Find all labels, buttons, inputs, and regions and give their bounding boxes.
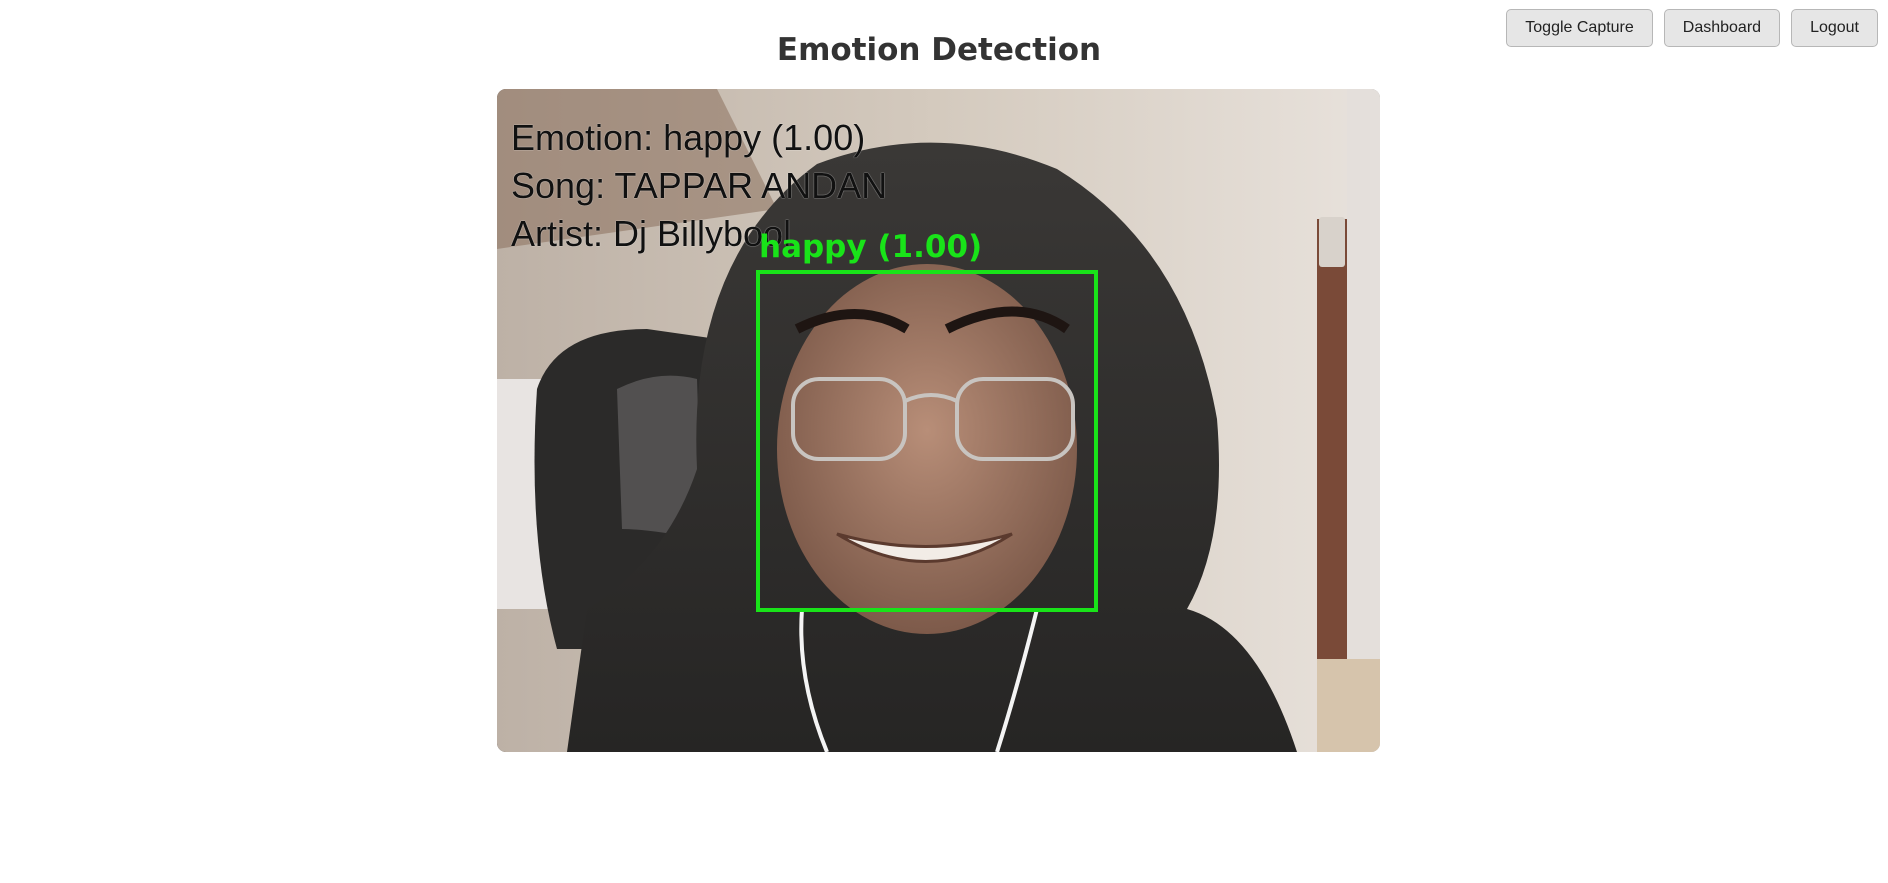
door: [1347, 89, 1380, 752]
song-overlay-text: Song: TAPPAR ANDAN: [511, 165, 888, 206]
face-detection-label: happy (1.00): [759, 229, 983, 265]
emotion-detection-page: Toggle Capture Dashboard Logout Emotion …: [0, 0, 1888, 883]
emotion-overlay-text: Emotion: happy (1.00): [511, 117, 866, 158]
face-detection-box: [756, 270, 1098, 612]
floor: [1317, 659, 1380, 752]
artist-overlay-text: Artist: Dj Billybool: [511, 213, 792, 254]
light-switch: [1319, 217, 1345, 267]
page-title: Emotion Detection: [776, 32, 1102, 68]
webcam-feed: Emotion: happy (1.00) Song: TAPPAR ANDAN…: [497, 89, 1380, 752]
